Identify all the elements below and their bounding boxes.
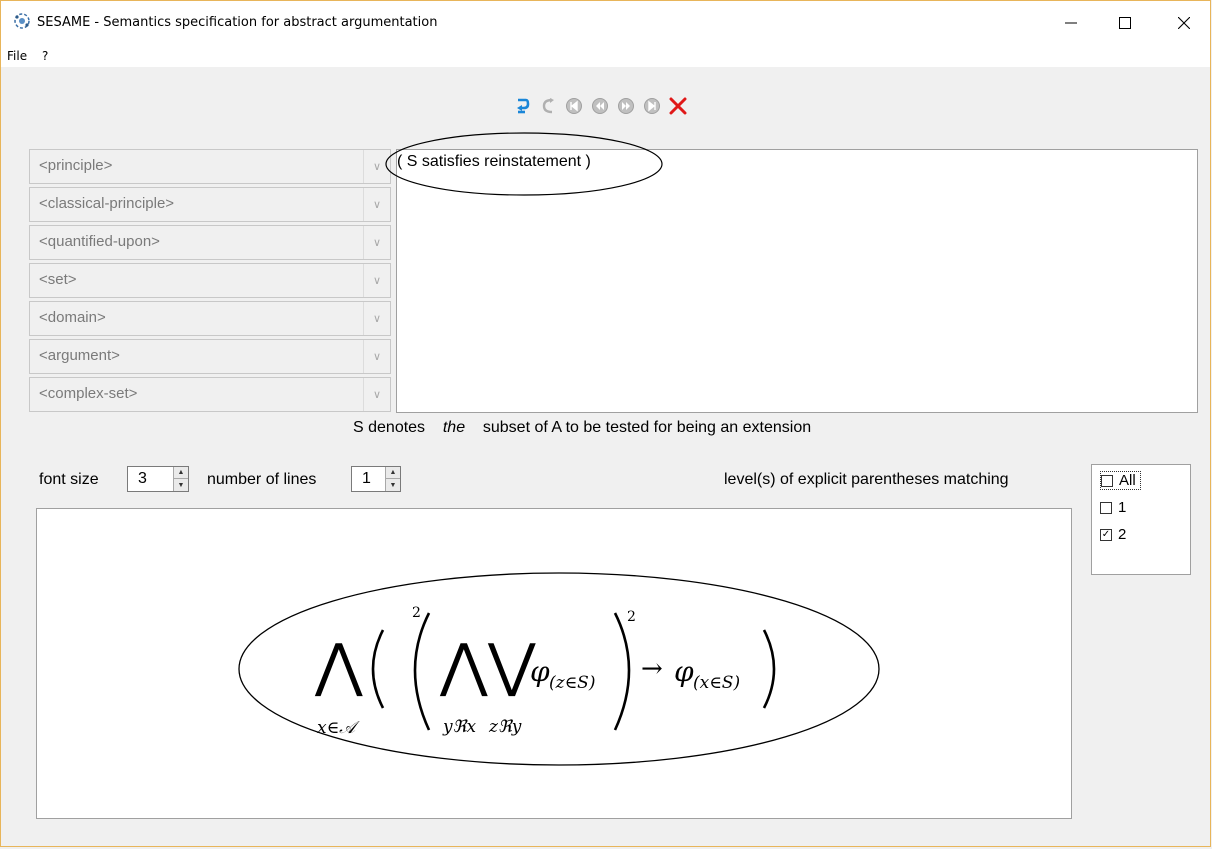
inner-big-or: ⋁ <box>487 631 536 699</box>
dropdown-quantified-upon[interactable]: <quantified-upon> ∨ <box>29 225 391 260</box>
principle-editor[interactable]: ( S satisfies reinstatement ) <box>396 149 1198 413</box>
font-size-spinner[interactable]: 3 ▲ ▼ <box>127 466 189 492</box>
level-1-option[interactable]: 1 <box>1100 499 1126 516</box>
phi-symbol: φ <box>530 655 550 688</box>
dropdown-complex-set[interactable]: <complex-set> ∨ <box>29 377 391 412</box>
checkbox-icon[interactable] <box>1100 501 1112 514</box>
redo-button[interactable] <box>537 95 559 117</box>
outer-and-subscript: x∈𝒜 <box>317 718 360 738</box>
app-window: SESAME - Semantics specification for abs… <box>0 0 1211 847</box>
font-size-label: font size <box>39 471 99 488</box>
subset-note: S denotes the subset of A to be tested f… <box>353 419 811 437</box>
menu-file[interactable]: File <box>7 49 27 63</box>
lines-value: 1 <box>362 470 371 487</box>
dropdown-label: <domain> <box>39 309 106 326</box>
menu-help[interactable]: ? <box>42 49 48 63</box>
formula-display: ⋀ x∈𝒜 2 ⋀ yℜx ⋁ zℜy φ (z∈S) 2 → φ (x∈S) <box>36 508 1072 819</box>
window-title: SESAME - Semantics specification for abs… <box>37 15 438 30</box>
chevron-down-icon[interactable]: ∨ <box>363 302 390 335</box>
minimize-icon <box>1065 22 1077 24</box>
spinner-buttons: ▲ ▼ <box>385 467 400 491</box>
dropdown-label: <principle> <box>39 157 113 174</box>
delete-icon <box>669 97 687 115</box>
last-button[interactable] <box>641 95 663 117</box>
app-logo-icon <box>14 13 30 29</box>
maximize-icon <box>1119 17 1131 29</box>
redo-icon <box>542 98 554 114</box>
inner-and-subscript: yℜx <box>442 717 476 737</box>
minimize-button[interactable] <box>1048 1 1094 45</box>
last-icon <box>644 98 660 114</box>
close-icon <box>1178 17 1190 29</box>
dropdown-label: <argument> <box>39 347 120 364</box>
dropdown-label: <classical-principle> <box>39 195 175 212</box>
dropdown-label: <complex-set> <box>39 385 138 402</box>
spinner-buttons: ▲ ▼ <box>173 467 188 491</box>
checkbox-checked-icon[interactable]: ✓ <box>1100 528 1112 541</box>
note-emph: the <box>442 419 466 436</box>
dropdown-label: <quantified-upon> <box>39 233 160 250</box>
dropdown-domain[interactable]: <domain> ∨ <box>29 301 391 336</box>
level-label: 2 <box>1118 526 1127 543</box>
level-mark-left: 2 <box>412 605 421 621</box>
level-label: 1 <box>1118 499 1127 516</box>
grammar-dropdowns: <principle> ∨ <classical-principle> ∨ <q… <box>29 149 391 415</box>
font-size-value: 3 <box>138 470 147 487</box>
dropdown-argument[interactable]: <argument> ∨ <box>29 339 391 374</box>
spin-up-icon[interactable]: ▲ <box>174 467 188 479</box>
lines-label: number of lines <box>207 471 317 488</box>
chevron-down-icon[interactable]: ∨ <box>363 150 390 183</box>
inner-left-paren <box>413 612 431 731</box>
phi-subscript-z: (z∈S) <box>549 673 595 693</box>
outer-left-paren <box>371 629 385 709</box>
checkbox-icon[interactable] <box>1101 474 1113 487</box>
chevron-down-icon[interactable]: ∨ <box>363 264 390 297</box>
level-label: All <box>1119 472 1136 489</box>
chevron-down-icon[interactable]: ∨ <box>363 378 390 411</box>
toolbar <box>511 95 689 117</box>
levels-checklist: All 1 ✓ 2 <box>1091 464 1191 575</box>
note-before: S denotes <box>353 419 426 436</box>
spin-down-icon[interactable]: ▼ <box>386 479 400 491</box>
outer-right-paren <box>762 629 776 709</box>
spin-down-icon[interactable]: ▼ <box>174 479 188 491</box>
dropdown-classical-principle[interactable]: <classical-principle> ∨ <box>29 187 391 222</box>
implies-arrow: → <box>641 654 663 684</box>
lines-spinner[interactable]: 1 ▲ ▼ <box>351 466 401 492</box>
previous-icon <box>592 98 608 114</box>
dropdown-label: <set> <box>39 271 77 288</box>
first-icon <box>566 98 582 114</box>
level-2-option[interactable]: ✓ 2 <box>1100 526 1126 543</box>
title-bar: SESAME - Semantics specification for abs… <box>1 1 1210 45</box>
phi-symbol: φ <box>674 655 694 688</box>
dropdown-principle[interactable]: <principle> ∨ <box>29 149 391 184</box>
undo-icon <box>517 98 530 114</box>
inner-big-and: ⋀ <box>439 631 488 699</box>
chevron-down-icon[interactable]: ∨ <box>363 188 390 221</box>
next-button[interactable] <box>615 95 637 117</box>
level-mark-right: 2 <box>627 609 636 625</box>
note-after: subset of A to be tested for being an ex… <box>482 419 812 436</box>
inner-or-subscript: zℜy <box>488 717 522 737</box>
first-button[interactable] <box>563 95 585 117</box>
previous-button[interactable] <box>589 95 611 117</box>
principle-text: ( S satisfies reinstatement ) <box>397 153 591 170</box>
chevron-down-icon[interactable]: ∨ <box>363 226 390 259</box>
menu-bar: File ? <box>1 45 1210 67</box>
spin-up-icon[interactable]: ▲ <box>386 467 400 479</box>
delete-button[interactable] <box>667 95 689 117</box>
phi-subscript-x: (x∈S) <box>693 673 740 693</box>
levels-label: level(s) of explicit parentheses matchin… <box>724 471 1009 488</box>
close-button[interactable] <box>1161 1 1207 45</box>
maximize-button[interactable] <box>1102 1 1148 45</box>
outer-big-and: ⋀ <box>314 631 363 699</box>
level-all-option[interactable]: All <box>1100 471 1141 490</box>
undo-button[interactable] <box>511 95 533 117</box>
formula-svg: ⋀ x∈𝒜 2 ⋀ yℜx ⋁ zℜy φ (z∈S) 2 → φ (x∈S) <box>238 572 880 766</box>
next-icon <box>618 98 634 114</box>
dropdown-set[interactable]: <set> ∨ <box>29 263 391 298</box>
inner-right-paren <box>613 612 631 731</box>
chevron-down-icon[interactable]: ∨ <box>363 340 390 373</box>
